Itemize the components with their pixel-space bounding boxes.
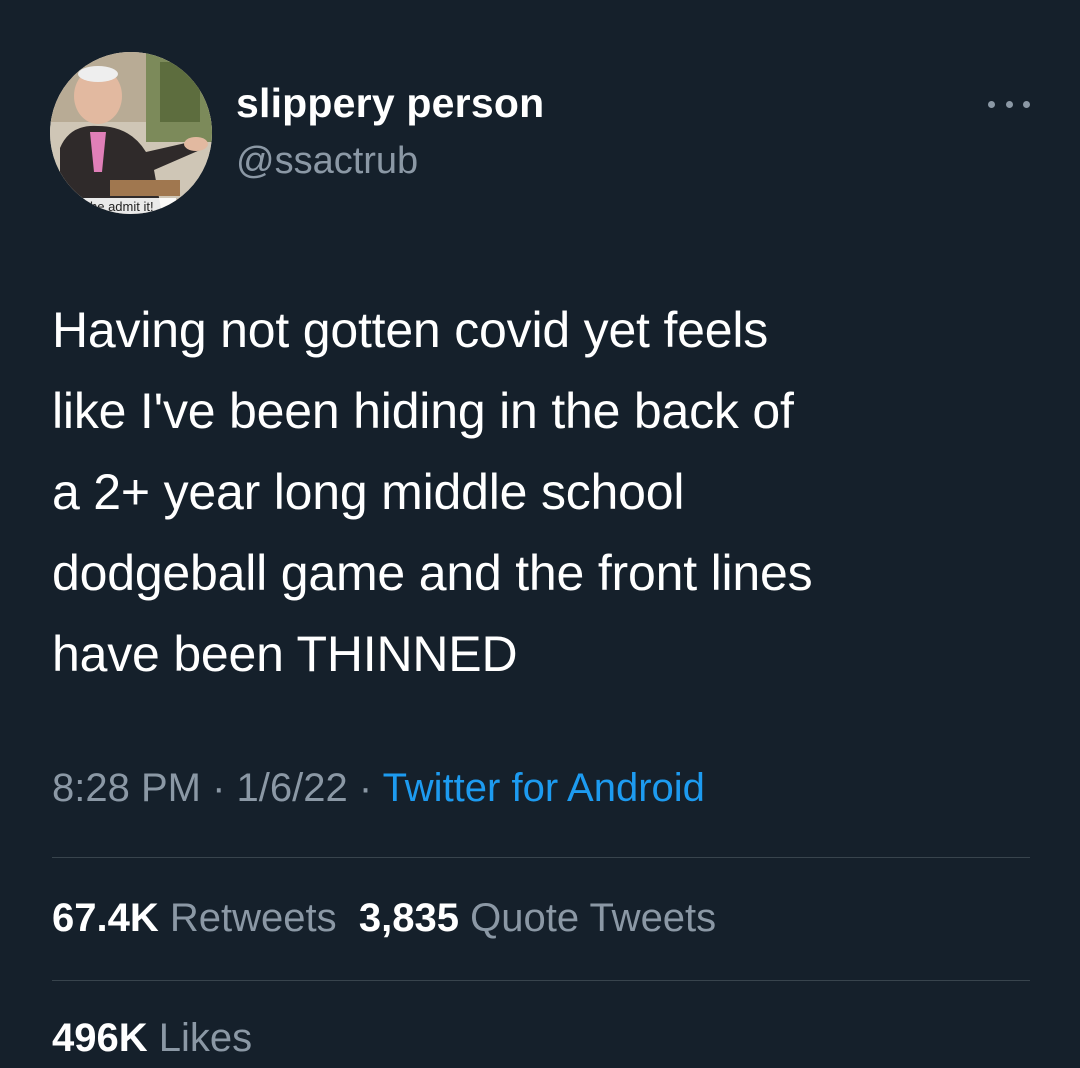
- quotes-stat[interactable]: 3,835 Quote Tweets: [359, 896, 716, 940]
- more-horizontal-icon[interactable]: [988, 92, 1030, 116]
- tweet-time[interactable]: 8:28 PM: [52, 766, 201, 810]
- retweets-count: 67.4K: [52, 896, 159, 940]
- tweet-source-link[interactable]: Twitter for Android: [383, 766, 705, 810]
- quotes-label: Quote Tweets: [470, 896, 717, 940]
- likes-count: 496K: [52, 1016, 148, 1060]
- handle[interactable]: @ssactrub: [236, 140, 418, 183]
- retweets-stat[interactable]: 67.4K Retweets: [52, 896, 337, 940]
- meta-separator: ·: [200, 766, 237, 810]
- avatar[interactable]: he admit it!: [50, 52, 212, 214]
- avatar-image: he admit it!: [50, 52, 212, 214]
- divider: [52, 857, 1030, 858]
- retweets-label: Retweets: [169, 896, 337, 940]
- tweet-text: Having not gotten covid yet feels like I…: [52, 302, 813, 682]
- likes-label: Likes: [158, 1016, 253, 1060]
- divider: [52, 980, 1030, 981]
- more-dot: [1005, 100, 1013, 108]
- tweet-card: he admit it! slippery person @ssactrub H…: [0, 0, 1080, 1068]
- quotes-count: 3,835: [358, 896, 459, 940]
- tweet-date[interactable]: 1/6/22: [237, 766, 348, 810]
- display-name[interactable]: slippery person: [236, 80, 544, 127]
- engagement-stats: 67.4K Retweets 3,835 Quote Tweets: [52, 896, 716, 941]
- meta-separator: ·: [347, 766, 383, 810]
- more-dot: [1023, 100, 1030, 108]
- more-dot: [988, 100, 995, 108]
- likes-stat[interactable]: 496K Likes: [52, 1016, 252, 1060]
- likes-stats: 496K Likes: [52, 1016, 252, 1061]
- avatar-caption: he admit it!: [90, 199, 154, 214]
- tweet-meta: 8:28 PM · 1/6/22 · Twitter for Android: [52, 766, 705, 811]
